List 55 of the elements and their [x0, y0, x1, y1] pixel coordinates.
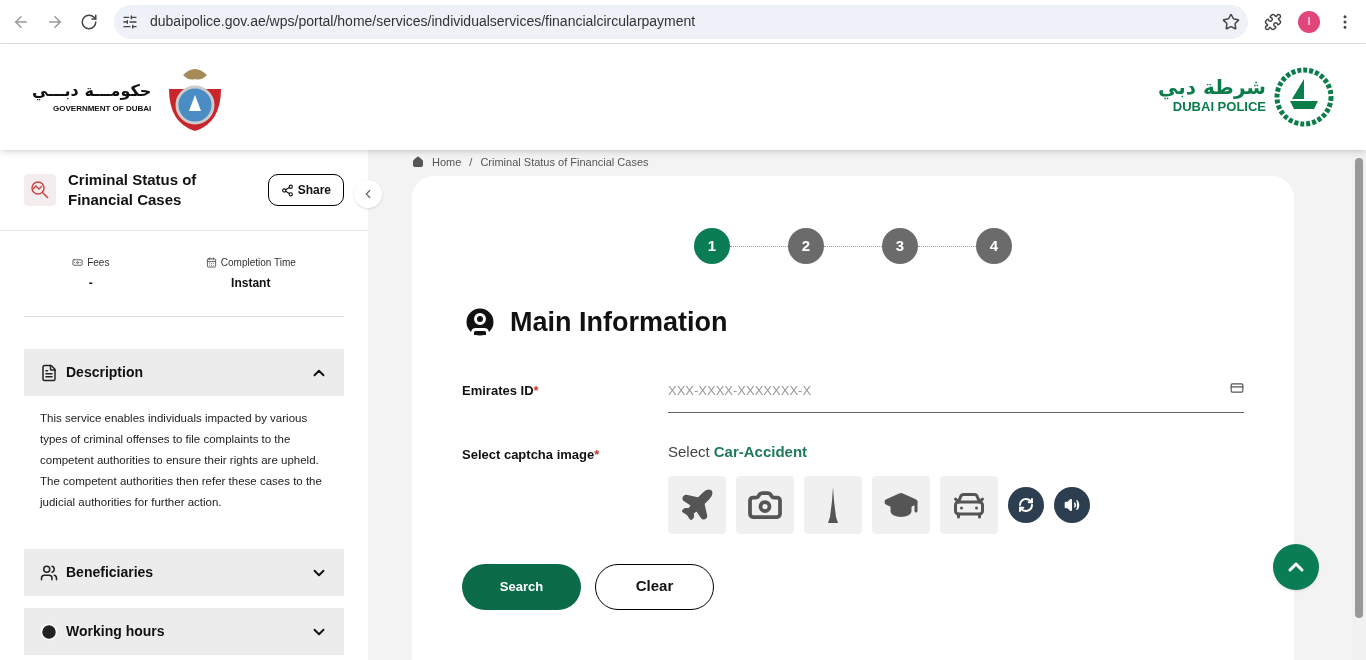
home-icon[interactable] [412, 156, 424, 168]
fact-label: Fees [87, 256, 110, 270]
step-indicator: 2 [788, 228, 824, 264]
money-icon [72, 257, 84, 268]
police-logo [1274, 67, 1334, 127]
section-heading: Main Information [510, 306, 728, 339]
captcha-option[interactable] [872, 475, 930, 534]
calendar-icon [205, 257, 217, 268]
captcha-option[interactable] [668, 475, 726, 534]
emirates-id-field[interactable]: XXX-XXXX-XXXXXXX-X [668, 376, 1244, 413]
refresh-captcha-button[interactable] [1008, 486, 1044, 523]
captcha-target: Car-Accident [713, 442, 808, 462]
captcha-option[interactable] [736, 475, 794, 534]
clear-button[interactable]: Clear [595, 563, 714, 610]
accordion-header[interactable]: Working hours [24, 608, 344, 655]
refresh-icon [1018, 496, 1034, 513]
step-indicator: 3 [882, 228, 918, 264]
captcha-prompt: Select [668, 442, 710, 462]
step-indicator: 4 [976, 228, 1012, 264]
breadcrumb-item[interactable]: Home [432, 153, 462, 171]
description-text: This service enables individuals impacted by various types of criminal offenses to file complaints to the competent authorities to ensure their rights are upheld. The competent authorities then refer these cases to the judicial authorities for further action. [38, 411, 323, 510]
extensions-icon[interactable] [1264, 12, 1282, 31]
captcha-option[interactable] [940, 475, 998, 534]
share-icon [280, 183, 294, 197]
chart-magnifier-icon [30, 180, 50, 200]
police-arabic-name: شرطة دبي [1157, 77, 1266, 98]
police-english-name: DUBAI POLICE [1172, 99, 1266, 117]
speaker-icon [1064, 496, 1080, 513]
fact-value: - [88, 275, 93, 292]
audio-captcha-button[interactable] [1054, 486, 1090, 523]
fact-value: Instant [231, 275, 271, 292]
gov-arabic-name: حكومـــة دبـــي [32, 80, 152, 103]
breadcrumb-item: Criminal Status of Financial Cases [480, 154, 649, 170]
captcha-option[interactable] [804, 475, 862, 534]
field-label: Select captcha image* [462, 446, 601, 464]
fact-label: Completion Time [220, 256, 296, 270]
accordion-header[interactable]: Description [24, 349, 344, 396]
share-button[interactable]: Share [267, 174, 344, 206]
scrollbar-thumb[interactable] [1355, 158, 1363, 618]
bookmark-icon[interactable] [1222, 12, 1240, 31]
search-button[interactable]: Search [462, 563, 581, 610]
address-bar[interactable]: dubaipolice.gov.ae/wps/portal/home/services/individualservices/financialcircularpayment [114, 4, 1248, 39]
reload-icon[interactable] [80, 12, 98, 31]
url-text: dubaipolice.gov.ae/wps/portal/home/services/individualservices/financialcircularpayment [150, 12, 697, 31]
gov-english-name: GOVERNMENT OF DUBAI [53, 103, 152, 115]
service-title: Criminal Status of Financial Cases [68, 170, 198, 210]
profile-avatar[interactable]: I [1298, 10, 1320, 33]
people-icon [40, 563, 58, 582]
breadcrumb-separator: / [469, 154, 473, 170]
id-card-icon [1230, 380, 1244, 395]
step-indicator: 1 [694, 228, 730, 264]
accordion-header[interactable]: Beneficiaries [24, 549, 344, 596]
site-settings-icon[interactable] [122, 13, 138, 30]
field-label: Emirates ID* [462, 381, 540, 400]
document-icon [40, 363, 58, 382]
